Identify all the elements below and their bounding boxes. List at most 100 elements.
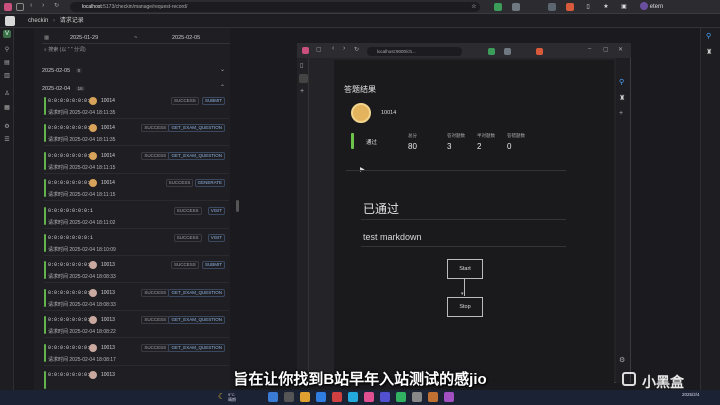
record-time-value: 2025-02-04 18:11:35 <box>69 137 116 144</box>
date-separator: ~ <box>134 35 138 41</box>
record-row[interactable]: 0:0:0:0:0:0:0:1 SUCCESS VISIT 请求时间 2025-02-… <box>44 232 229 256</box>
chevron-down-icon[interactable]: ⌄ <box>220 66 225 73</box>
record-time-label: 请求时间 <box>48 301 69 308</box>
app-icon[interactable] <box>428 392 438 402</box>
record-row[interactable]: 0:0:0:0:0:0:0:1 10014 SUCCESS GET_EXAM_QUES… <box>44 122 229 147</box>
profile-button[interactable]: etern <box>640 2 700 12</box>
forward-icon[interactable]: › <box>42 2 44 9</box>
app-icon[interactable] <box>444 392 454 402</box>
back-icon[interactable]: ‹ <box>30 2 32 9</box>
add-icon[interactable]: + <box>300 88 304 95</box>
app-tab-icon[interactable] <box>299 74 308 83</box>
record-row[interactable]: 0:0:0:0:0:0:0:1 10013 SUCCESS GET_EXAM_QUES… <box>44 342 229 366</box>
start-icon[interactable] <box>268 392 278 402</box>
record-time-label: 请求时间 <box>48 137 69 144</box>
app-header <box>0 14 720 28</box>
edge-icon[interactable] <box>316 392 326 402</box>
app-icon[interactable] <box>396 392 406 402</box>
shopping-icon[interactable]: ♜ <box>706 48 712 56</box>
file-explorer-icon[interactable] <box>300 392 310 402</box>
favorites-icon[interactable]: ★ <box>602 3 610 11</box>
search-icon[interactable]: ⚲ <box>706 32 711 40</box>
date-start-input[interactable]: 2025-01-29 <box>70 33 98 43</box>
extension-icon[interactable] <box>512 3 520 11</box>
reload-icon[interactable]: ↻ <box>354 46 359 53</box>
record-row[interactable]: 0:0:0:0:0:0:0:1 10013 SUCCESS GET_EXAM_QUES… <box>44 314 229 339</box>
tabs-icon[interactable] <box>16 3 24 11</box>
vue-devtools-icon[interactable] <box>488 48 495 55</box>
extension-icon[interactable] <box>548 3 556 11</box>
record-time-label: 请求时间 <box>48 219 69 226</box>
app-icon[interactable] <box>364 392 374 402</box>
record-user: 10014 <box>101 98 115 104</box>
app-icon[interactable] <box>380 392 390 402</box>
browser-menu-icon[interactable] <box>4 3 12 11</box>
list-icon[interactable]: ☰ <box>3 136 11 144</box>
status-badge: SUCCESS <box>141 124 170 133</box>
add-icon[interactable]: + <box>619 110 623 117</box>
search-icon[interactable]: ⚲ <box>619 78 624 86</box>
inner-address-bar[interactable]: localhost:9000/ch... <box>367 47 462 56</box>
collections-icon[interactable]: ▣ <box>620 3 628 11</box>
user-icon[interactable]: ♙ <box>3 90 11 98</box>
weather-widget[interactable]: 9°C 晴朗 <box>228 392 236 402</box>
record-row[interactable]: 0:0:0:0:0:0:0:1 10014 SUCCESS SUBMIT 请求时间 20… <box>44 95 229 119</box>
result-user: 10014 <box>381 110 397 116</box>
sidebar-icon[interactable]: ▯ <box>300 62 303 69</box>
search-icon[interactable] <box>284 392 294 402</box>
maximize-icon[interactable]: ▢ <box>603 46 609 53</box>
record-ip: 0:0:0:0:0:0:0:1 <box>48 207 94 214</box>
close-icon[interactable]: ✕ <box>618 46 623 53</box>
app-icon[interactable] <box>412 392 422 402</box>
rail-item-checkin[interactable]: V <box>3 30 11 38</box>
extension-icon[interactable] <box>536 48 543 55</box>
divider <box>361 246 566 247</box>
record-row[interactable]: 0:0:0:0:0:0:0:1 10014 SUCCESS GET_EXAM_QUES… <box>44 150 229 174</box>
search-input[interactable]: ⌕ 搜索 (以 " " 分词) <box>44 46 86 53</box>
tabs-icon[interactable]: ▢ <box>316 46 322 53</box>
system-clock[interactable]: 2025/2/4 <box>682 392 700 397</box>
minimize-icon[interactable]: – <box>588 46 591 52</box>
extension-icon[interactable] <box>566 3 574 11</box>
link-icon[interactable]: ⚲ <box>3 46 11 54</box>
browser-menu-icon[interactable] <box>302 47 309 54</box>
chevron-up-icon[interactable]: ⌃ <box>220 84 225 91</box>
record-row[interactable]: 0:0:0:0:0:0:0:1 SUCCESS VISIT 请求时间 2025-02-… <box>44 205 229 229</box>
panel-resize-handle[interactable] <box>236 200 239 212</box>
settings-icon[interactable]: ⚙ <box>3 123 11 131</box>
app-icon[interactable] <box>332 392 342 402</box>
reload-icon[interactable]: ↻ <box>54 2 59 9</box>
status-badge: SUCCESS <box>173 234 202 242</box>
box-icon[interactable]: ▦ <box>3 104 11 112</box>
group-header[interactable]: 2025-02-04 16 <box>42 84 85 94</box>
breadcrumb-app[interactable]: checkin <box>28 18 48 24</box>
record-user: 10013 <box>101 344 115 351</box>
record-user: 10013 <box>101 317 115 324</box>
vue-devtools-icon[interactable] <box>494 3 502 11</box>
video-subtitle: 旨在让你找到B站早年入站测试的感jio <box>233 371 487 388</box>
group-header[interactable]: 2025-02-05 0 <box>42 66 83 76</box>
app-logo <box>5 16 15 26</box>
record-row[interactable]: 0:0:0:0:0:0:0:1 10013 SUCCESS GET_EXAM_QUES… <box>44 287 229 311</box>
address-bar[interactable]: localhost:5173/checkin/manage/request-re… <box>70 2 480 12</box>
record-time: 请求时间 2025-02-04 18:11:02 <box>48 219 115 226</box>
record-row[interactable]: 0:0:0:0:0:0:0:1 10014 SUCCESS GENERATE 请求时间 … <box>44 177 229 202</box>
record-row[interactable]: 0:0:0:0:0:0:0:1 10013 SUCCESS SUBMIT 请求时间 20… <box>44 259 229 284</box>
left-rail <box>0 28 14 390</box>
app-icon[interactable] <box>348 392 358 402</box>
shopping-icon[interactable]: ♜ <box>619 94 625 102</box>
star-icon[interactable]: ☆ <box>470 3 478 11</box>
chart-icon[interactable]: ▥ <box>3 72 11 80</box>
action-badge: VISIT <box>207 206 225 215</box>
action-badge: GET_EXAM_QUESTION <box>168 151 225 160</box>
server-icon[interactable]: ▤ <box>3 59 11 67</box>
forward-icon[interactable]: › <box>343 45 345 52</box>
weather-icon[interactable]: ☾ <box>218 392 225 402</box>
record-time-value: 2025-02-04 18:11:02 <box>69 219 116 226</box>
action-badge: GET_EXAM_QUESTION <box>168 343 225 352</box>
date-end-input[interactable]: 2025-02-05 <box>172 33 200 43</box>
extension-icon[interactable] <box>504 48 511 55</box>
settings-icon[interactable]: ⚙ <box>619 356 625 364</box>
sidebar-icon[interactable]: ▯ <box>584 3 592 11</box>
back-icon[interactable]: ‹ <box>332 45 334 52</box>
